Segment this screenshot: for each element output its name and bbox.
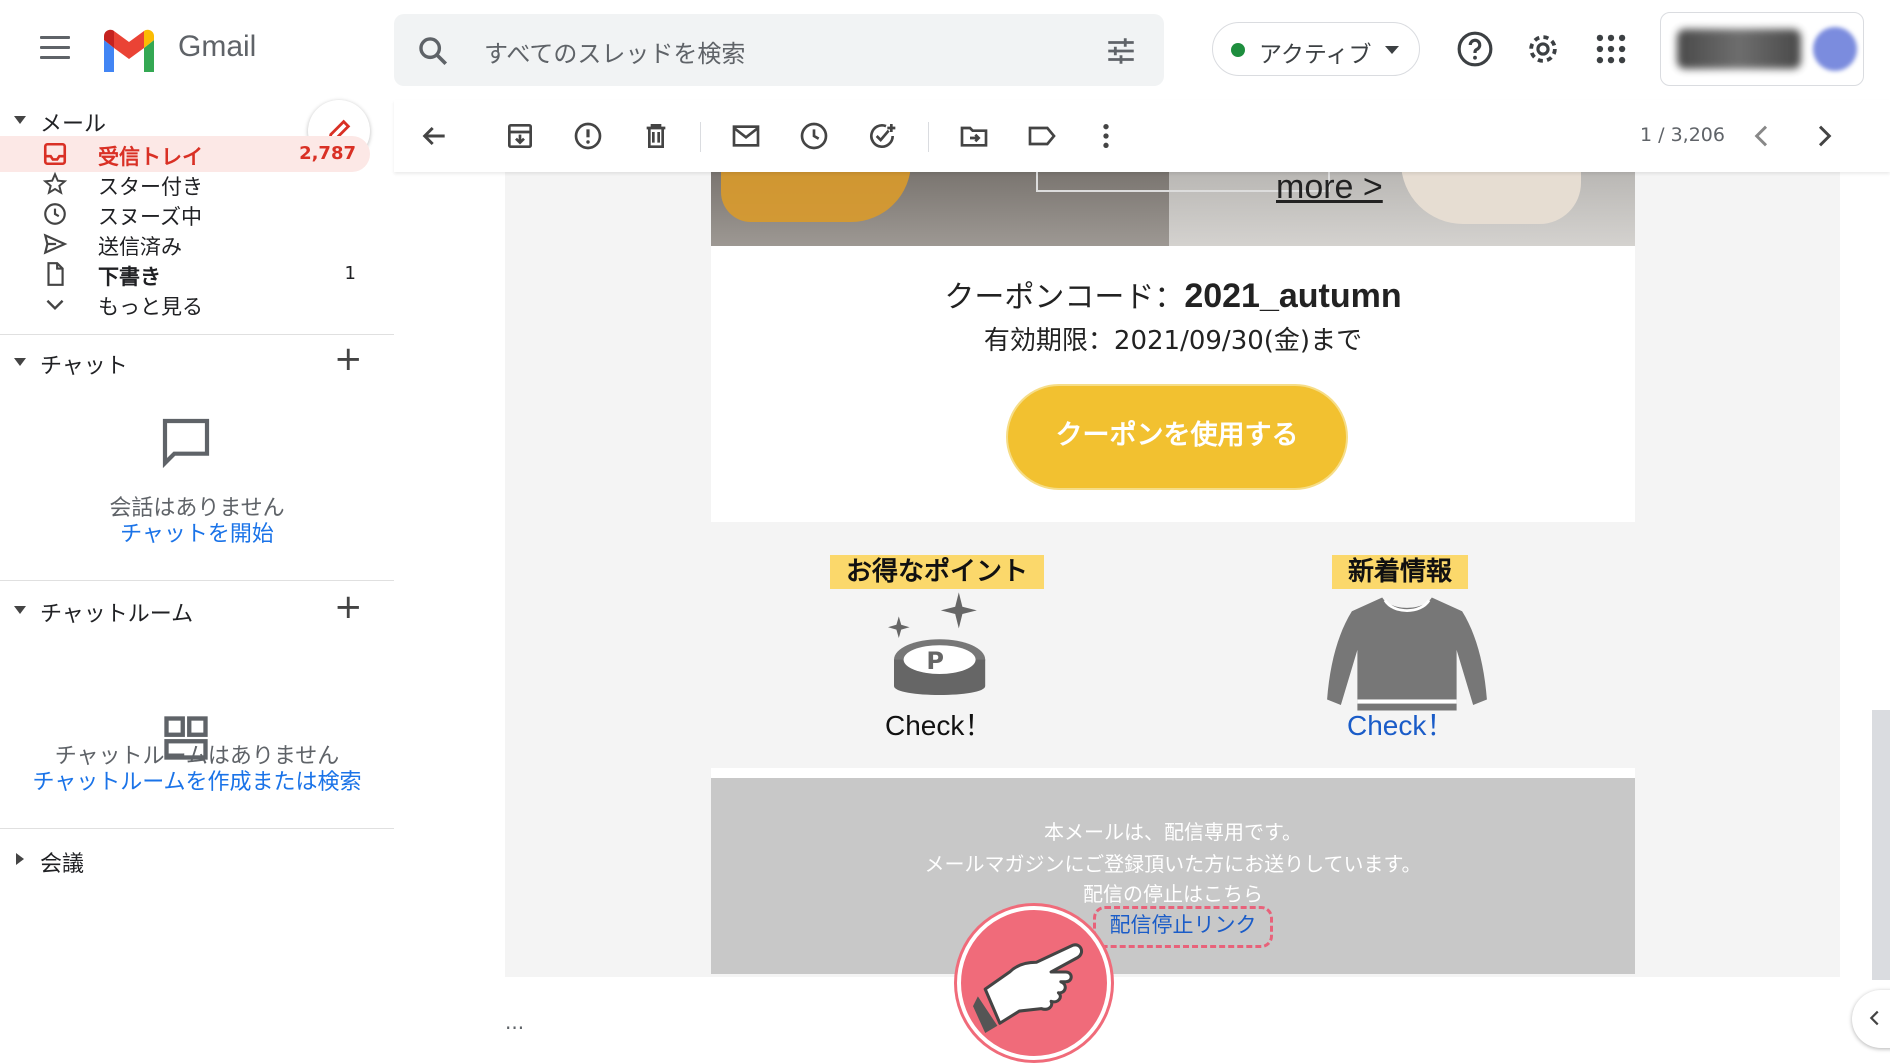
pagination-count: 1 / 3,206 <box>1640 124 1725 146</box>
add-chat-plus-icon[interactable]: + <box>334 342 363 376</box>
coupon-code-line: クーポンコード：2021_autumn <box>711 272 1635 316</box>
use-coupon-button[interactable]: クーポンを使用する <box>1006 384 1348 490</box>
caret-down-icon <box>1385 46 1399 54</box>
add-task-icon[interactable] <box>866 120 898 152</box>
rooms-section-header[interactable]: チャットルーム + <box>0 590 394 630</box>
hero-banner-image: more > <box>711 172 1635 246</box>
star-icon <box>42 171 68 195</box>
scrollbar-thumb[interactable] <box>1872 710 1890 980</box>
report-spam-icon[interactable] <box>572 120 604 152</box>
unread-count: 2,787 <box>299 143 356 164</box>
unsubscribe-link[interactable]: 配信停止リンク <box>1093 906 1273 948</box>
toolbar-separator <box>700 122 701 152</box>
coupon-code-value: 2021_autumn <box>1184 277 1402 315</box>
chevron-right-icon[interactable] <box>1808 120 1840 152</box>
rooms-section-label: チャットルーム <box>40 602 194 627</box>
coupon-code-prefix: クーポンコード： <box>944 280 1185 315</box>
snooze-clock-icon[interactable] <box>798 120 830 152</box>
mail-section-label: メール <box>40 112 107 137</box>
label-tag-icon[interactable] <box>1026 120 1058 152</box>
feature-points-title: お得なポイント <box>830 555 1045 589</box>
avatar[interactable] <box>1813 27 1857 71</box>
message-toolbar: 1 / 3,206 <box>394 100 1890 172</box>
pointing-hand-icon <box>973 943 1084 1034</box>
status-label: アクティブ <box>1259 42 1372 68</box>
chat-section-header[interactable]: チャット + <box>0 342 394 382</box>
inbox-icon <box>43 142 67 166</box>
collapse-arrow-icon[interactable] <box>14 358 26 366</box>
trimmed-content-ellipsis[interactable]: ... <box>505 1010 524 1034</box>
sidebar-item-more[interactable]: もっと見る <box>0 286 370 322</box>
back-arrow-icon[interactable] <box>418 120 450 152</box>
move-to-icon[interactable] <box>958 120 990 152</box>
expand-arrow-icon[interactable] <box>16 853 24 865</box>
pointing-hand-highlight <box>957 906 1111 1060</box>
toolbar-separator <box>928 122 929 152</box>
send-icon <box>43 233 68 255</box>
chevron-left-icon <box>1869 1010 1879 1026</box>
chevron-left-icon[interactable] <box>1746 120 1778 152</box>
coupon-expiry: 有効期限：2021/09/30(金)まで <box>983 326 1363 356</box>
collapse-arrow-icon[interactable] <box>14 606 26 614</box>
sidebar-item-label: もっと見る <box>98 295 203 319</box>
gmail-logo-icon[interactable] <box>100 28 158 72</box>
points-coin-icon: P <box>888 592 986 695</box>
main-menu-icon[interactable] <box>40 36 70 62</box>
feature-points-title-wrap: お得なポイント <box>830 551 1045 589</box>
divider <box>0 828 394 829</box>
coupon-panel: クーポンコード：2021_autumn 有効期限：2021/09/30(金)まで… <box>711 246 1635 522</box>
search-bar[interactable]: すべてのスレッドを検索 <box>394 14 1164 86</box>
account-switcher[interactable] <box>1660 12 1864 86</box>
draft-icon <box>47 262 64 286</box>
more-link[interactable]: more > <box>1276 172 1383 207</box>
clock-icon <box>44 203 66 225</box>
meet-section-header[interactable]: 会議 <box>0 840 394 880</box>
chat-section-label: チャット <box>40 354 128 379</box>
side-panel-toggle[interactable] <box>1852 990 1890 1048</box>
footer-line-2: メールマガジンにご登録頂いた方にお送りしています。 <box>924 852 1422 876</box>
trash-icon[interactable] <box>640 120 672 152</box>
search-input[interactable]: すべてのスレッドを検索 <box>484 34 745 69</box>
collapse-arrow-icon[interactable] <box>14 116 26 124</box>
svg-text:P: P <box>926 647 944 675</box>
divider <box>0 580 394 581</box>
status-dot <box>1231 43 1245 57</box>
create-room-link[interactable]: チャットルームを作成または検索 <box>0 764 394 796</box>
settings-gear-icon[interactable] <box>1524 30 1562 68</box>
search-options-icon[interactable] <box>1104 34 1138 68</box>
search-icon[interactable] <box>416 34 450 68</box>
section-divider-bar <box>711 768 1635 778</box>
feature-news-title-wrap: 新着情報 <box>1332 551 1469 589</box>
apps-grid-icon[interactable] <box>1592 30 1630 68</box>
left-navigation: メール 受信トレイ 2,787 スター付き スヌーズ中 送信済み 下書き 1 も… <box>0 100 394 1063</box>
archive-icon[interactable] <box>504 120 536 152</box>
app-name: Gmail <box>178 30 257 63</box>
meet-section-label: 会議 <box>40 852 85 877</box>
top-bar: Gmail すべてのスレッドを検索 アクティブ <box>0 0 1890 100</box>
news-check-link[interactable]: Check！ <box>1347 704 1454 744</box>
add-room-plus-icon[interactable]: + <box>334 590 363 624</box>
status-selector[interactable]: アクティブ <box>1212 22 1420 76</box>
account-logo-blurred <box>1677 29 1801 69</box>
points-check-link[interactable]: Check！ <box>885 704 992 744</box>
start-chat-link[interactable]: チャットを開始 <box>0 516 394 548</box>
draft-count: 1 <box>344 263 356 284</box>
email-footer-panel: 本メールは、配信専用です。 メールマガジンにご登録頂いた方にお送りしています。 … <box>711 778 1635 974</box>
email-body: more > クーポンコード：2021_autumn 有効期限：2021/09/… <box>505 172 1840 977</box>
chevron-down-icon <box>46 299 64 311</box>
mark-unread-icon[interactable] <box>730 120 762 152</box>
divider <box>0 334 394 335</box>
sweater-icon <box>1327 597 1487 711</box>
more-vertical-icon[interactable] <box>1090 120 1122 152</box>
footer-line-3: 配信の停止はこちら <box>1083 882 1263 906</box>
feature-news-title: 新着情報 <box>1332 555 1469 589</box>
chat-bubble-icon <box>162 418 210 469</box>
help-icon[interactable] <box>1456 30 1494 68</box>
footer-line-1: 本メールは、配信専用です。 <box>1044 820 1302 844</box>
